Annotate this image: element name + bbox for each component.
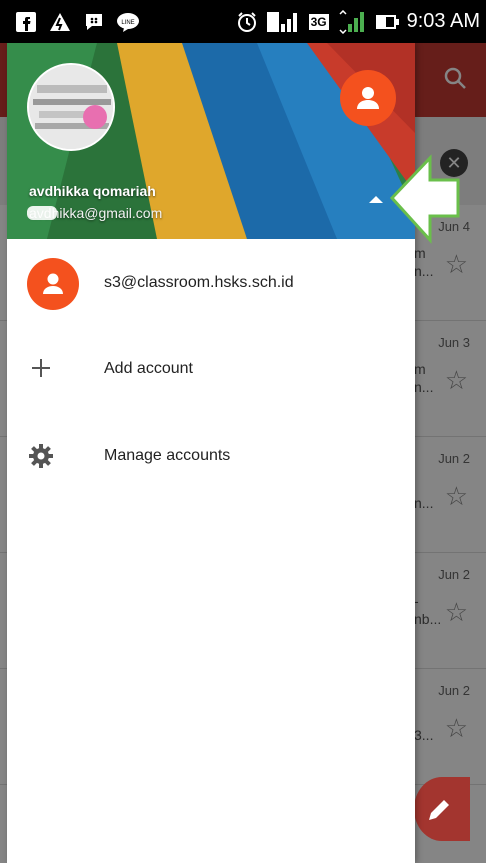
compose-button[interactable]: [414, 777, 470, 841]
status-bar: LINE 3G 9:03 AM: [0, 0, 486, 43]
profile-avatar[interactable]: [27, 63, 115, 151]
svg-text:LINE: LINE: [121, 20, 134, 26]
manage-accounts-label: Manage accounts: [104, 447, 231, 464]
bbm-icon: [82, 10, 106, 34]
annotation-arrow: [389, 154, 460, 244]
alarm-icon: [235, 10, 259, 34]
account-avatar-icon: [27, 258, 79, 310]
mobile-data-icon: [337, 9, 367, 34]
add-account-item[interactable]: Add account: [7, 329, 415, 407]
signal-icon: [266, 10, 301, 34]
network-type: 3G: [308, 13, 329, 30]
plus-icon: [27, 354, 55, 382]
redaction-scribble: [27, 206, 57, 220]
facebook-icon: [14, 10, 38, 34]
secondary-account-avatar[interactable]: [340, 70, 396, 126]
account-item-label: s3@classroom.hsks.sch.id: [104, 274, 294, 291]
account-header: avdhikka qomariah avdhikka@gmail.com: [7, 43, 415, 239]
manage-accounts-item[interactable]: Manage accounts: [7, 407, 415, 503]
status-time: 9:03 AM: [406, 10, 480, 32]
person-icon: [357, 87, 379, 109]
gear-icon: [27, 442, 55, 470]
account-item[interactable]: s3@classroom.hsks.sch.id: [7, 239, 415, 329]
navigation-drawer: avdhikka qomariah avdhikka@gmail.com s3@…: [7, 43, 415, 863]
alert-icon: [48, 10, 72, 34]
battery-icon: [375, 10, 399, 34]
account-toggle-arrow-icon[interactable]: [369, 196, 383, 203]
line-icon: LINE: [116, 10, 140, 34]
pencil-icon: [429, 800, 449, 820]
account-name: avdhikka qomariah: [29, 183, 156, 199]
add-account-label: Add account: [104, 360, 193, 377]
